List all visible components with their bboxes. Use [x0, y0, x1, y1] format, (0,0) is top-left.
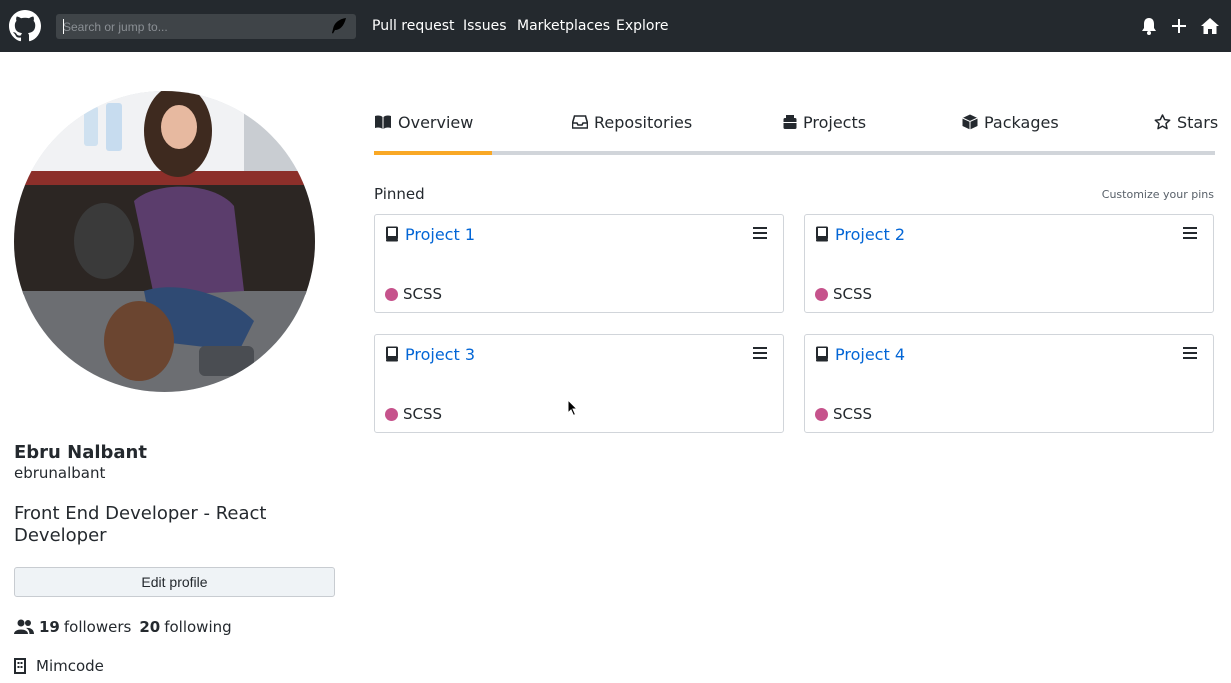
feather-icon — [332, 18, 346, 34]
mouse-pointer-icon — [567, 399, 579, 417]
repo-book-icon — [386, 346, 398, 362]
follow-stats: 19 followers 20 following — [14, 617, 232, 637]
star-icon — [1154, 114, 1171, 130]
language-color-dot — [385, 288, 398, 301]
repo-book-icon — [816, 226, 828, 242]
tab-packages-label: Packages — [984, 112, 1059, 132]
avatar-photo — [14, 91, 315, 392]
package-icon — [962, 114, 978, 130]
search-input[interactable] — [56, 14, 326, 39]
pinned-card: Project 4 SCSS — [804, 334, 1214, 433]
avatar — [14, 91, 315, 392]
tab-overview-label: Overview — [398, 112, 474, 132]
followers-count[interactable]: 19 — [39, 618, 60, 636]
repo-book-icon — [816, 346, 828, 362]
repo-language: SCSS — [833, 285, 873, 303]
language-color-dot — [385, 408, 398, 421]
menu-icon[interactable] — [1182, 226, 1198, 240]
repo-language: SCSS — [403, 405, 443, 423]
book-icon — [375, 115, 391, 129]
repo-inbox-icon — [572, 115, 588, 129]
tab-stars[interactable]: Stars — [1154, 111, 1218, 133]
repo-link[interactable]: Project 3 — [405, 345, 475, 364]
tab-overview[interactable]: Overview — [374, 111, 473, 133]
repo-language: SCSS — [403, 285, 443, 303]
home-icon[interactable] — [1200, 16, 1220, 36]
tab-underline-track — [374, 151, 1215, 155]
nav-marketplaces[interactable]: Marketplaces — [517, 0, 610, 52]
building-icon — [14, 658, 26, 674]
customize-pins-link[interactable]: Customize your pins — [1102, 188, 1214, 201]
bell-icon[interactable] — [1139, 16, 1159, 36]
nav-pull-request[interactable]: Pull request — [372, 0, 455, 52]
menu-icon[interactable] — [1182, 346, 1198, 360]
pinned-card: Project 2 SCSS — [804, 214, 1214, 313]
text-caret — [63, 19, 64, 34]
menu-icon[interactable] — [752, 346, 768, 360]
people-icon — [14, 619, 34, 634]
plus-icon[interactable] — [1169, 16, 1189, 36]
pinned-card: Project 1 SCSS — [374, 214, 784, 313]
profile-name: Ebru Nalbant — [14, 442, 147, 463]
tab-stars-label: Stars — [1177, 112, 1219, 132]
nav-explore[interactable]: Explore — [616, 0, 669, 52]
pinned-card: Project 3 SCSS — [374, 334, 784, 433]
repo-book-icon — [386, 226, 398, 242]
organization-name: Mimcode — [36, 657, 104, 675]
tab-repositories[interactable]: Repositories — [572, 111, 692, 133]
tab-active-indicator — [374, 151, 492, 155]
tab-projects[interactable]: Projects — [783, 111, 866, 133]
nav-issues[interactable]: Issues — [463, 0, 507, 52]
project-icon — [783, 115, 797, 129]
language-color-dot — [815, 288, 828, 301]
repo-link[interactable]: Project 2 — [835, 225, 905, 244]
top-header: Pull request Issues Marketplaces Explore — [0, 0, 1231, 52]
profile-bio: Front End Developer - React Developer — [14, 503, 267, 546]
following-label[interactable]: following — [164, 618, 231, 636]
repo-link[interactable]: Project 1 — [405, 225, 475, 244]
following-count[interactable]: 20 — [139, 618, 160, 636]
menu-icon[interactable] — [752, 226, 768, 240]
github-logo-icon[interactable] — [9, 10, 41, 42]
search-box[interactable] — [56, 14, 356, 39]
tab-projects-label: Projects — [803, 112, 867, 132]
pinned-heading: Pinned — [374, 185, 425, 203]
edit-profile-button[interactable]: Edit profile — [14, 567, 335, 597]
followers-label[interactable]: followers — [64, 618, 131, 636]
organization-row: Mimcode — [14, 656, 104, 676]
repo-language: SCSS — [833, 405, 873, 423]
profile-login: ebrunalbant — [14, 464, 106, 482]
tab-packages[interactable]: Packages — [962, 111, 1059, 133]
tab-repositories-label: Repositories — [594, 112, 693, 132]
language-color-dot — [815, 408, 828, 421]
repo-link[interactable]: Project 4 — [835, 345, 905, 364]
